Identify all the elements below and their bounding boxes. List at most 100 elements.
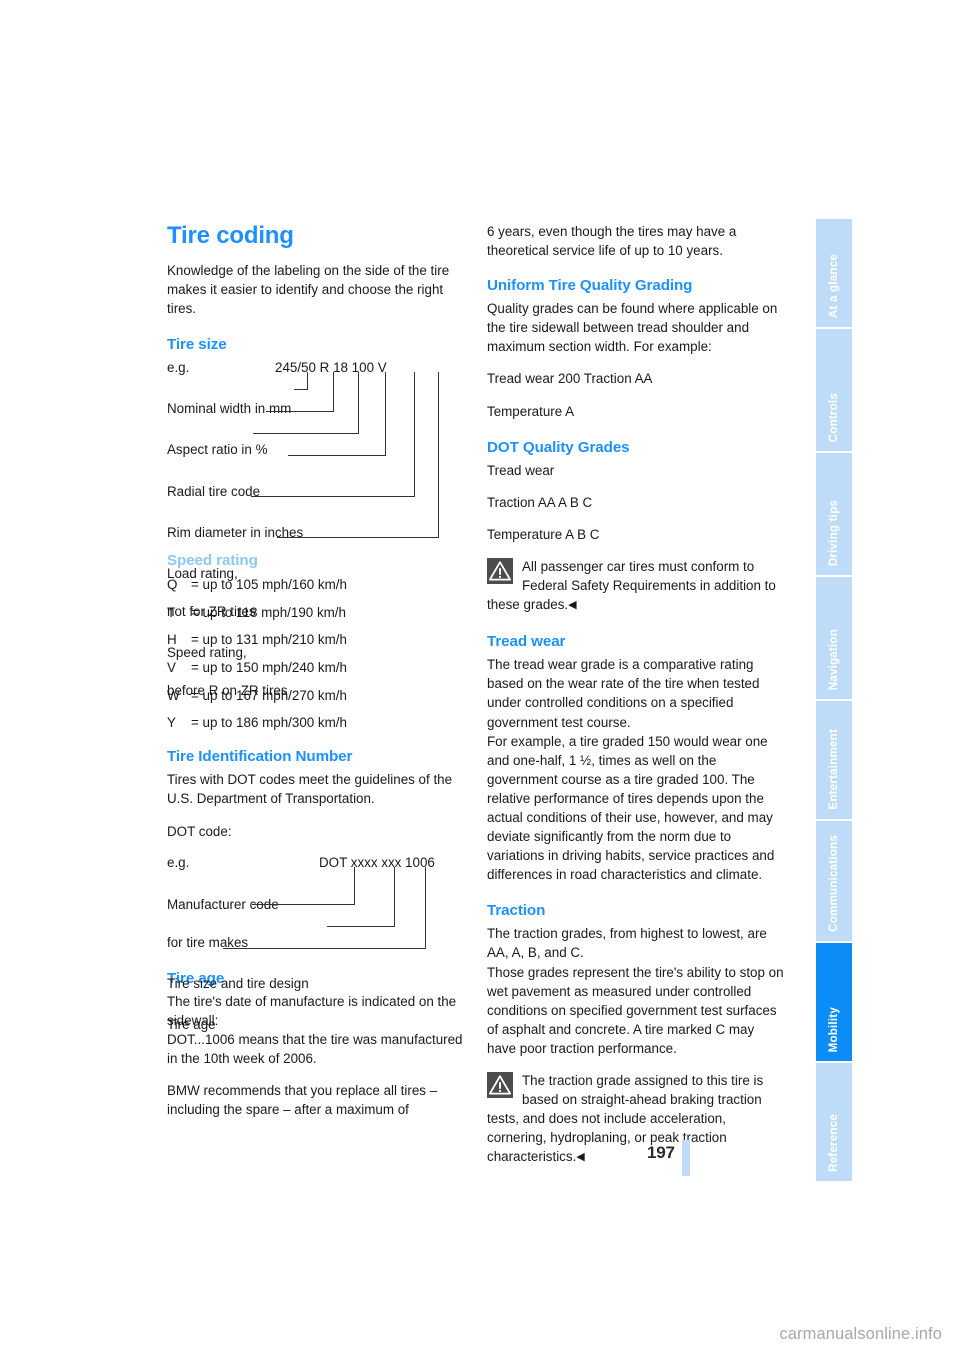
sidebar-item-at-a-glance[interactable]: At a glance (816, 219, 852, 327)
leader-line (358, 372, 359, 435)
tire-size-eg-label: e.g. (167, 360, 190, 376)
leader-line (327, 925, 395, 927)
heading-tire-identification-number: Tire Identification Number (167, 748, 353, 766)
leader-line (414, 372, 415, 498)
heading-tire-size: Tire size (167, 336, 227, 354)
tab-inner: Mobility (816, 1007, 852, 1055)
leader-line (288, 455, 386, 457)
dot-grades-line-3: Temperature A B C (487, 526, 600, 542)
sidebar-item-label: Communications (827, 835, 840, 932)
speed-rating-code: Y (167, 715, 176, 731)
heading-traction: Traction (487, 902, 546, 920)
dot-grades-warning-text: All passenger car tires must conform to … (487, 558, 776, 613)
leader-line (251, 496, 415, 498)
legend-rim-diameter: Rim diameter in inches (167, 524, 304, 540)
speed-rating-value: = up to 186 mph/300 km/h (191, 715, 347, 731)
leader-line (438, 372, 439, 539)
tab-inner: Reference (816, 1114, 852, 1175)
sidebar-item-label: At a glance (827, 253, 840, 318)
traction-paragraph-2: Those grades represent the tire's abilit… (487, 964, 784, 1056)
page-number-bar (682, 1140, 690, 1176)
dot-code-example: DOT xxxx xxx 1006 (319, 854, 435, 870)
tread-wear-paragraph-2: For example, a tire graded 150 would wea… (487, 733, 775, 883)
tab-inner: At a glance (816, 254, 852, 321)
tire-size-diagram: e.g. 245/50 R 18 100 V Nominal width in … (167, 358, 464, 698)
utqg-example-line-2: Temperature A (487, 403, 575, 419)
sidebar-item-navigation[interactable]: Navigation (816, 577, 852, 699)
right-column: 6 years, even though the tires may have … (487, 222, 784, 1180)
tab-inner: Driving tips (816, 500, 852, 569)
legend-speed-rating-line1: Speed rating, (167, 644, 247, 660)
legend-radial-code: Radial tire code (167, 483, 261, 499)
leader-line (394, 866, 395, 927)
sidebar-item-mobility[interactable]: Mobility (816, 943, 852, 1061)
heading-dot-quality-grades: DOT Quality Grades (487, 438, 630, 456)
sidebar-item-label: Controls (827, 392, 840, 442)
heading-uniform-tire-quality-grading: Uniform Tire Quality Grading (487, 277, 693, 295)
continuation-paragraph: 6 years, even though the tires may have … (487, 224, 737, 259)
sidebar-item-label: Driving tips (827, 499, 840, 566)
tire-age-paragraph-3: BMW recommends that you replace all tire… (167, 1083, 438, 1118)
dot-grades-line-2: Traction AA A B C (487, 494, 593, 510)
leader-line (354, 866, 355, 905)
legend-load-rating-line1: Load rating, (167, 565, 238, 581)
leader-line (266, 411, 334, 413)
warning-icon (487, 557, 513, 584)
page-number: 197 (647, 1143, 675, 1162)
note-end-mark: ◀ (568, 599, 577, 612)
sidebar-item-controls[interactable]: Controls (816, 329, 852, 451)
leader-line (294, 389, 308, 391)
tread-wear-paragraph-1: The tread wear grade is a comparative ra… (487, 657, 760, 730)
legend-load-rating-line2: not for ZR tires (167, 603, 256, 619)
traction-warning-note: The traction grade assigned to this tire… (487, 1071, 784, 1167)
sidebar-item-label: Navigation (827, 628, 840, 690)
dot-eg-label: e.g. (167, 854, 190, 870)
legend-aspect-ratio: Aspect ratio in % (167, 442, 268, 458)
leader-line (425, 866, 426, 949)
tin-paragraph: Tires with DOT codes meet the guidelines… (167, 772, 453, 807)
leader-line (333, 372, 334, 413)
leader-line (307, 372, 308, 391)
sidebar-item-reference[interactable]: Reference (816, 1063, 852, 1181)
leader-line (253, 433, 359, 435)
legend-speed-rating-line2: before R on ZR tires (167, 683, 288, 699)
dot-grades-warning-note: All passenger car tires must conform to … (487, 557, 784, 615)
sidebar-item-driving-tips[interactable]: Driving tips (816, 453, 852, 575)
tab-inner: Controls (816, 393, 852, 445)
tire-age-paragraph-2: DOT...1006 means that the tire was manuf… (167, 1031, 463, 1066)
utqg-paragraph: Quality grades can be found where applic… (487, 301, 778, 355)
sidebar-item-entertainment[interactable]: Entertainment (816, 701, 852, 819)
section-navigation: At a glance Controls Driving tips Naviga… (816, 219, 852, 1183)
tab-inner: Communications (816, 835, 852, 935)
legend-nominal-width: Nominal width in mm (167, 401, 292, 417)
tab-inner: Navigation (816, 629, 852, 693)
warning-icon (487, 1072, 513, 1098)
legend-tire-age: Tire age (167, 1017, 216, 1032)
dot-code-diagram: e.g. DOT xxxx xxx 1006 Manufacturer code… (167, 853, 464, 1032)
tire-size-code: 245/50 R 18 100 V (275, 360, 387, 376)
sidebar-item-label: Entertainment (827, 729, 840, 810)
leader-line (277, 537, 439, 539)
heading-tread-wear: Tread wear (487, 633, 566, 651)
leader-line (252, 903, 355, 905)
intro-paragraph: Knowledge of the labeling on the side of… (167, 263, 450, 317)
manual-page: Tire coding Knowledge of the labeling on… (0, 0, 960, 1358)
legend-tire-size-design: Tire size and tire design (167, 975, 309, 991)
tab-inner: Entertainment (816, 729, 852, 813)
page-title: Tire coding (167, 222, 294, 249)
note-end-mark: ◀ (576, 1151, 585, 1164)
traction-warning-text: The traction grade assigned to this tire… (487, 1073, 764, 1165)
dot-grades-line-1: Tread wear (487, 462, 555, 478)
leader-line (385, 372, 386, 457)
sidebar-item-label: Reference (827, 1114, 840, 1172)
leader-line (223, 947, 426, 949)
legend-manufacturer-code-line2: for tire makes (167, 934, 249, 950)
dot-code-label: DOT code: (167, 823, 232, 839)
sidebar-item-communications[interactable]: Communications (816, 821, 852, 941)
speed-rating-row: Y = up to 186 mph/300 km/h (167, 713, 464, 732)
left-column: Tire coding Knowledge of the labeling on… (167, 222, 464, 1132)
sidebar-item-label: Mobility (827, 1006, 840, 1052)
utqg-example-line-1: Tread wear 200 Traction AA (487, 371, 653, 387)
watermark: carmanualsonline.info (779, 1325, 942, 1343)
traction-paragraph-1: The traction grades, from highest to low… (487, 926, 767, 961)
